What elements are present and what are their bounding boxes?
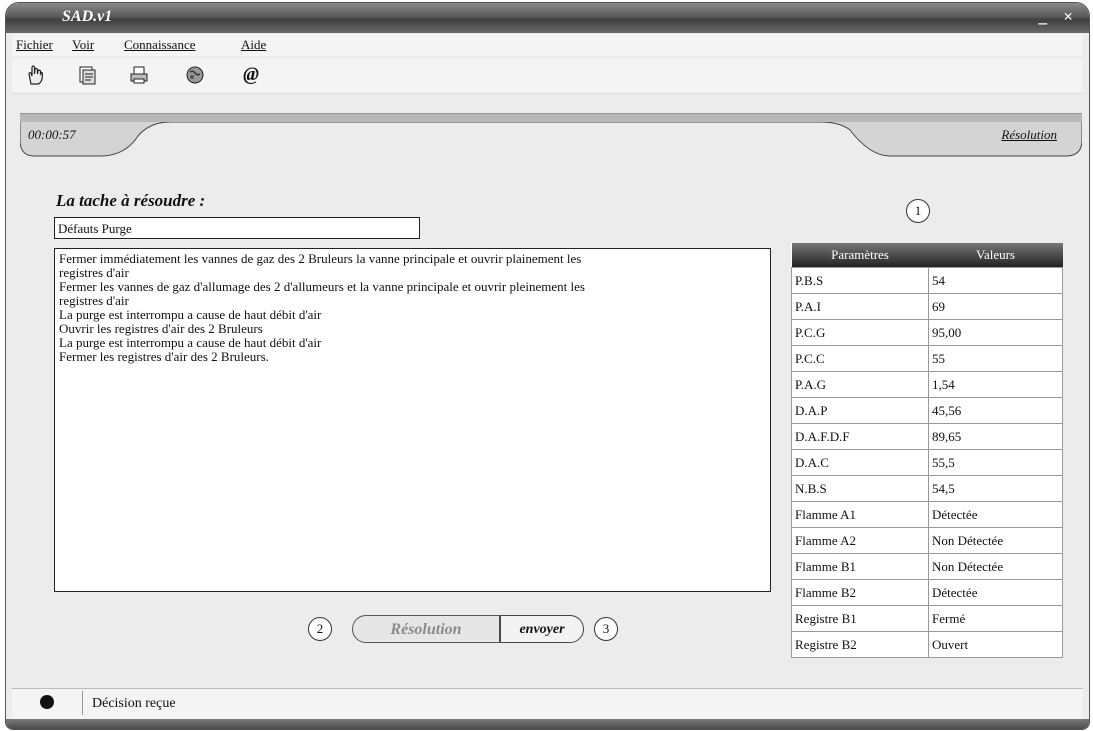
status-separator bbox=[82, 691, 83, 715]
param-value-cell: Fermé bbox=[928, 605, 1063, 632]
table-row: Flamme A2 Non Détectée bbox=[791, 527, 1063, 554]
step-line: Fermer immédiatement les vannes de gaz d… bbox=[59, 251, 582, 266]
step-line: La purge est interrompu a cause de haut … bbox=[59, 307, 322, 322]
table-row: Registre B2 Ouvert bbox=[791, 631, 1063, 658]
param-value-cell: 55,5 bbox=[928, 449, 1063, 476]
header-ribbon bbox=[20, 110, 1082, 158]
param-value-cell: 54 bbox=[928, 267, 1063, 294]
menu-voir[interactable]: Voir bbox=[72, 37, 94, 53]
param-name-cell: Flamme A1 bbox=[791, 501, 929, 528]
param-value-cell: 45,56 bbox=[928, 397, 1063, 424]
step-line: registres d'air bbox=[59, 293, 129, 308]
action-pill: Résolution envoyer bbox=[352, 615, 584, 643]
title-bar[interactable]: SAD.v1 _ × bbox=[6, 3, 1089, 33]
toolbar: @ bbox=[12, 59, 1083, 94]
window-title: SAD.v1 bbox=[62, 8, 113, 25]
param-value-cell: 1,54 bbox=[928, 371, 1063, 398]
menu-bar: Fichier Voir Connaissance Aide bbox=[12, 34, 1083, 56]
table-row: Registre B1 Fermé bbox=[791, 605, 1063, 632]
parameters-table: Paramètres Valeurs P.B.S 54 P.A.I 69 P.C.G 95… bbox=[791, 243, 1063, 658]
column-header-parametres: Paramètres bbox=[791, 243, 929, 268]
task-heading: La tache à résoudre : bbox=[56, 191, 206, 210]
send-button[interactable]: envoyer bbox=[500, 615, 584, 643]
param-value-cell: Détectée bbox=[928, 579, 1063, 606]
table-row: P.A.I 69 bbox=[791, 293, 1063, 320]
section-label: Résolution bbox=[1001, 127, 1057, 142]
param-name-cell: Flamme A2 bbox=[791, 527, 929, 554]
step-line: Fermer les registres d'air des 2 Bruleur… bbox=[59, 349, 269, 364]
callout-2: 2 bbox=[308, 617, 332, 641]
document-icon[interactable] bbox=[72, 61, 102, 89]
elapsed-timer: 00:00:57 bbox=[28, 127, 76, 142]
table-row: P.C.G 95,00 bbox=[791, 319, 1063, 346]
printer-icon[interactable] bbox=[124, 61, 154, 89]
param-name-cell: N.B.S bbox=[791, 475, 929, 502]
table-row: N.B.S 54,5 bbox=[791, 475, 1063, 502]
at-icon[interactable]: @ bbox=[236, 61, 266, 89]
param-value-cell: 95,00 bbox=[928, 319, 1063, 346]
param-name-cell: P.A.I bbox=[791, 293, 929, 320]
param-value-cell: 54,5 bbox=[928, 475, 1063, 502]
callout-1: 1 bbox=[906, 199, 930, 223]
minimize-button[interactable]: _ bbox=[1039, 7, 1048, 27]
globe-icon[interactable] bbox=[180, 61, 210, 89]
task-name-field[interactable]: Défauts Purge bbox=[54, 217, 420, 239]
param-name-cell: Registre B1 bbox=[791, 605, 929, 632]
param-name-cell: Flamme B2 bbox=[791, 579, 929, 606]
param-name-cell: P.C.G bbox=[791, 319, 929, 346]
param-name-cell: D.A.F.D.F bbox=[791, 423, 929, 450]
callout-3: 3 bbox=[594, 617, 618, 641]
task-steps-textarea[interactable]: Fermer immédiatement les vannes de gaz d… bbox=[54, 248, 771, 592]
param-value-cell: 69 bbox=[928, 293, 1063, 320]
step-line: registres d'air bbox=[59, 265, 129, 280]
menu-connaissance[interactable]: Connaissance bbox=[124, 37, 195, 53]
param-name-cell: P.C.C bbox=[791, 345, 929, 372]
status-indicator-icon bbox=[40, 695, 54, 709]
table-row: D.A.F.D.F 89,65 bbox=[791, 423, 1063, 450]
param-value-cell: Détectée bbox=[928, 501, 1063, 528]
param-name-cell: P.A.G bbox=[791, 371, 929, 398]
status-message: Décision reçue bbox=[92, 696, 176, 711]
table-row: P.B.S 54 bbox=[791, 267, 1063, 294]
table-row: D.A.C 55,5 bbox=[791, 449, 1063, 476]
close-button[interactable]: × bbox=[1063, 7, 1073, 27]
table-row: Flamme B2 Détectée bbox=[791, 579, 1063, 606]
resolution-button[interactable]: Résolution bbox=[352, 615, 500, 643]
step-line: Fermer les vannes de gaz d'allumage des … bbox=[59, 279, 585, 294]
param-name-cell: P.B.S bbox=[791, 267, 929, 294]
window-bottom-border bbox=[6, 719, 1089, 729]
param-name-cell: D.A.C bbox=[791, 449, 929, 476]
param-name-cell: D.A.P bbox=[791, 397, 929, 424]
param-value-cell: 55 bbox=[928, 345, 1063, 372]
table-row: P.A.G 1,54 bbox=[791, 371, 1063, 398]
param-name-cell: Registre B2 bbox=[791, 631, 929, 658]
column-header-valeurs: Valeurs bbox=[928, 243, 1063, 268]
param-value-cell: Non Détectée bbox=[928, 527, 1063, 554]
param-value-cell: Ouvert bbox=[928, 631, 1063, 658]
param-name-cell: Flamme B1 bbox=[791, 553, 929, 580]
param-value-cell: 89,65 bbox=[928, 423, 1063, 450]
table-row: D.A.P 45,56 bbox=[791, 397, 1063, 424]
hand-pointer-icon[interactable] bbox=[20, 61, 50, 89]
table-row: Flamme B1 Non Détectée bbox=[791, 553, 1063, 580]
step-line: Ouvrir les registres d'air des 2 Bruleur… bbox=[59, 321, 263, 336]
table-row: P.C.C 55 bbox=[791, 345, 1063, 372]
menu-fichier[interactable]: Fichier bbox=[16, 37, 53, 53]
table-row: Flamme A1 Détectée bbox=[791, 501, 1063, 528]
step-line: La purge est interrompu a cause de haut … bbox=[59, 335, 322, 350]
menu-aide[interactable]: Aide bbox=[241, 37, 266, 53]
app-window: SAD.v1 _ × Fichier Voir Connaissance Aid… bbox=[5, 2, 1090, 730]
param-value-cell: Non Détectée bbox=[928, 553, 1063, 580]
